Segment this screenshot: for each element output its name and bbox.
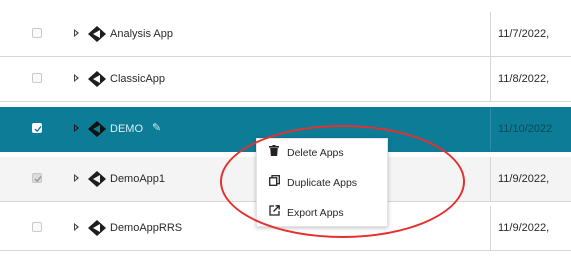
- app-date: 11/9/2022,: [498, 173, 550, 185]
- context-menu: Delete Apps Duplicate Apps Export Apps: [256, 138, 388, 227]
- app-date: 11/9/2022,: [498, 222, 550, 234]
- table-row[interactable]: Analysis App 11/7/2022,: [0, 12, 571, 57]
- app-name[interactable]: DEMO: [110, 121, 143, 137]
- menu-item-duplicate-apps[interactable]: Duplicate Apps: [269, 173, 357, 193]
- column-divider: [490, 12, 491, 56]
- table-row[interactable]: ClassicApp 11/8/2022,: [0, 57, 571, 102]
- row-checkbox[interactable]: [32, 222, 42, 232]
- app-name[interactable]: DemoAppRRS: [110, 220, 182, 236]
- expand-arrow-icon[interactable]: [74, 74, 79, 82]
- row-checkbox-checked[interactable]: [32, 123, 42, 133]
- menu-item-label: Export Apps: [287, 207, 344, 220]
- app-icon: [88, 71, 106, 87]
- app-date: 11/10/2022: [498, 123, 553, 135]
- app-icon: [88, 220, 106, 236]
- export-icon: [269, 203, 283, 223]
- app-icon: [88, 26, 106, 42]
- expand-arrow-icon[interactable]: [74, 223, 79, 231]
- checkmark-icon: [34, 126, 42, 133]
- trash-icon: [269, 143, 283, 163]
- column-divider: [490, 157, 491, 201]
- checkmark-icon: [34, 176, 42, 183]
- app-icon: [88, 121, 106, 137]
- menu-item-export-apps[interactable]: Export Apps: [269, 203, 344, 223]
- row-checkbox[interactable]: [32, 28, 42, 38]
- expand-arrow-icon[interactable]: [74, 174, 79, 182]
- app-name[interactable]: DemoApp1: [110, 171, 165, 187]
- app-date: 11/7/2022,: [498, 28, 550, 40]
- app-name[interactable]: Analysis App: [110, 26, 173, 42]
- duplicate-icon: [269, 173, 283, 193]
- app-icon: [88, 171, 106, 187]
- menu-item-label: Delete Apps: [287, 147, 344, 160]
- expand-arrow-icon[interactable]: [74, 29, 79, 37]
- edit-pencil-icon[interactable]: ✎: [152, 121, 161, 134]
- column-divider: [490, 107, 491, 151]
- app-date: 11/8/2022,: [498, 73, 550, 85]
- column-divider: [490, 57, 491, 101]
- row-checkbox[interactable]: [32, 73, 42, 83]
- expand-arrow-icon[interactable]: [74, 124, 79, 132]
- column-divider: [490, 206, 491, 250]
- app-name[interactable]: ClassicApp: [110, 71, 165, 87]
- menu-item-label: Duplicate Apps: [287, 177, 358, 190]
- menu-item-delete-apps[interactable]: Delete Apps: [269, 143, 344, 163]
- apps-table: Analysis App 11/7/2022, ClassicApp 11/8/…: [0, 0, 571, 269]
- row-checkbox-disabled: [32, 173, 42, 183]
